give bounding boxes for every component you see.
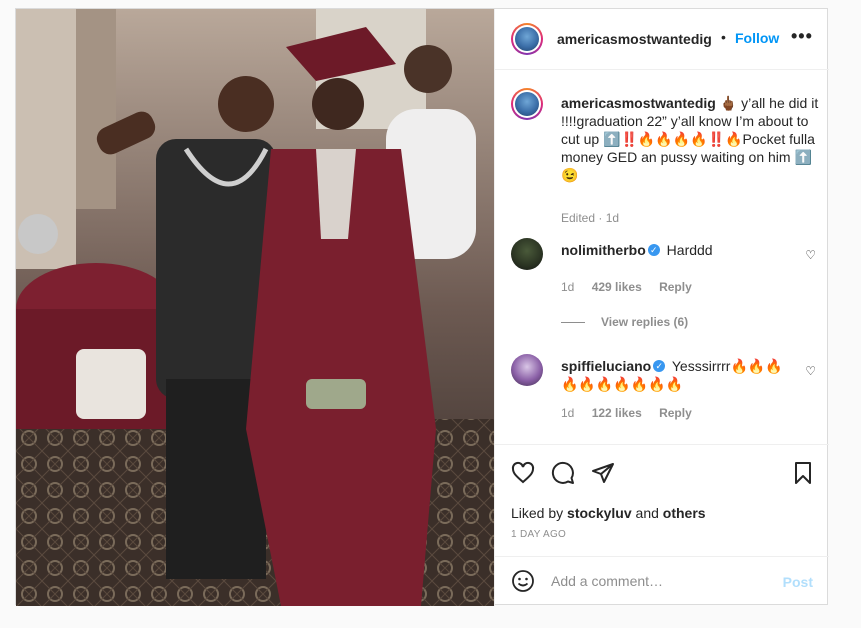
view-replies-button[interactable]: View replies (6) <box>561 315 688 329</box>
post-photo[interactable] <box>16 9 494 606</box>
comment-icon[interactable] <box>551 461 575 490</box>
comment-body: Harddd <box>666 242 713 258</box>
comment-like-heart-icon[interactable]: ♡ <box>805 364 816 378</box>
caption-meta: Edited · 1d <box>561 211 620 225</box>
ellipsis-icon[interactable]: ••• <box>791 26 813 47</box>
comment-time: 1d <box>561 406 575 420</box>
comment-reply-button[interactable]: Reply <box>659 280 692 294</box>
verified-badge-icon: ✓ <box>647 244 660 257</box>
liked-by-others-link[interactable]: others <box>663 505 706 521</box>
liked-by-user-link[interactable]: stockyluv <box>567 505 632 521</box>
follow-button[interactable]: Follow <box>735 30 779 46</box>
heart-icon[interactable] <box>511 461 535 490</box>
comment-time: 1d <box>561 280 575 294</box>
comment-meta: 1d 122 likes Reply <box>561 406 706 420</box>
commenter-avatar[interactable] <box>511 354 543 386</box>
liked-by: Liked by stockyluv and others <box>511 505 706 521</box>
comment-text: spiffieluciano ✓ Yesssirrrr🔥🔥🔥🔥🔥🔥🔥🔥🔥🔥 <box>561 357 783 393</box>
author-avatar[interactable] <box>511 23 543 55</box>
post-comment-button[interactable]: Post <box>783 574 813 590</box>
smiley-icon[interactable] <box>511 569 535 598</box>
caption-text: americasmostwantedig 🖕🏾 y’all he did it !… <box>561 94 821 184</box>
verified-badge-icon: ✓ <box>653 360 666 373</box>
add-comment-input[interactable] <box>551 570 771 592</box>
comment-reply-button[interactable]: Reply <box>659 406 692 420</box>
comment-meta: 1d 429 likes Reply <box>561 280 706 294</box>
commenter-avatar[interactable] <box>511 238 543 270</box>
comment-like-heart-icon[interactable]: ♡ <box>805 248 816 262</box>
paper-plane-icon[interactable] <box>591 461 615 490</box>
comment-text: nolimitherbo ✓ Harddd <box>561 241 783 259</box>
divider <box>561 322 585 324</box>
author-username[interactable]: americasmostwantedig <box>557 31 712 47</box>
comments-list[interactable]: americasmostwantedig 🖕🏾 y’all he did it !… <box>495 70 829 444</box>
comment-likes[interactable]: 122 likes <box>592 406 642 420</box>
post-timestamp[interactable]: 1 DAY AGO <box>511 529 566 540</box>
caption-username[interactable]: americasmostwantedig <box>561 95 716 111</box>
separator-dot: • <box>721 29 726 45</box>
post-actions: Liked by stockyluv and others 1 DAY AGO <box>495 444 829 556</box>
commenter-username[interactable]: nolimitherbo <box>561 242 646 258</box>
commenter-username[interactable]: spiffieluciano <box>561 358 651 374</box>
caption-avatar[interactable] <box>511 88 543 120</box>
comment-likes[interactable]: 429 likes <box>592 280 642 294</box>
bookmark-icon[interactable] <box>791 461 815 490</box>
post-card: americasmostwantedig • Follow ••• americ… <box>15 8 829 606</box>
caption-hand-emoji: 🖕🏾 <box>719 95 738 111</box>
post-header: americasmostwantedig • Follow ••• <box>495 9 829 70</box>
add-comment-bar: Post <box>495 556 829 606</box>
post-side-panel: americasmostwantedig • Follow ••• americ… <box>494 9 829 606</box>
